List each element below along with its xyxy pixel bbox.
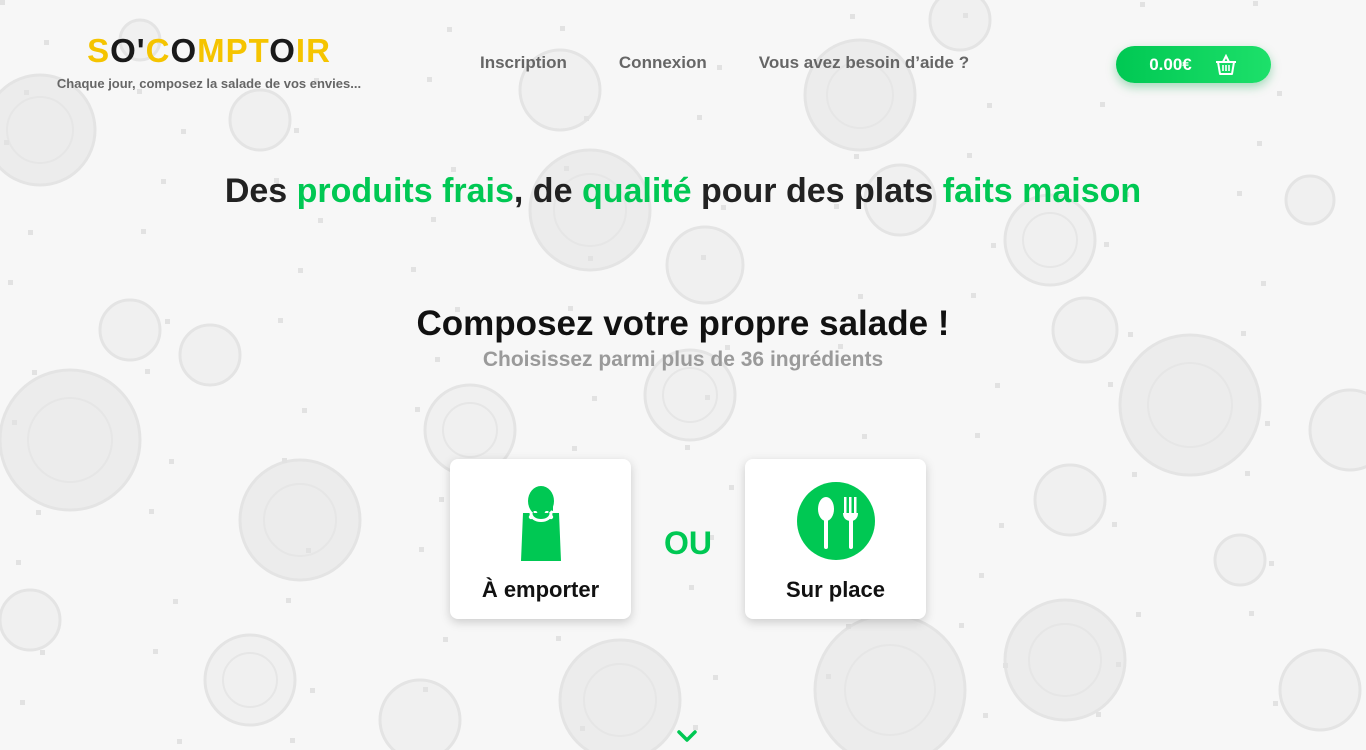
logo-letter: ' [136,32,146,69]
cart-button[interactable]: 0.00€ [1116,46,1271,83]
logo-letter: R [306,32,331,69]
logo-wordmark: SO'COMPTOIR [54,32,364,70]
options-separator: OU [664,525,712,561]
cart-amount: 0.00€ [1149,54,1192,74]
logo-letter: M [197,32,226,69]
hero-headline: Des produits frais, de qualité pour des … [0,172,1366,211]
logo-tagline: Chaque jour, composez la salade de vos e… [56,76,362,91]
nav-connexion[interactable]: Connexion [619,53,707,73]
headline-highlight: faits maison [942,172,1142,210]
nav-inscription[interactable]: Inscription [480,53,567,73]
logo-letter: C [145,32,171,69]
brand-logo[interactable]: SO'COMPTOIR Chaque jour, composez la sal… [54,32,364,91]
logo-letter: I [295,32,307,69]
headline-text: Des [224,172,297,210]
logo-letter: S [87,32,111,69]
headline-text: , de [513,172,582,210]
onsite-label: Sur place [785,577,886,602]
onsite-option-card[interactable]: Sur place [745,459,926,619]
main-nav: Inscription Connexion Vous avez besoin d’a… [480,53,969,73]
logo-letter: O [110,32,137,69]
spoon-fork-icon [796,482,875,560]
logo-letter: O [269,32,296,69]
nav-aide[interactable]: Vous avez besoin d’aide ? [759,53,969,73]
headline-highlight: qualité [581,172,692,210]
shopping-bag-icon [520,486,561,561]
chevron-down-icon[interactable] [676,728,698,744]
compose-subtitle: Choisissez parmi plus de 36 ingrédients [482,348,884,371]
takeaway-label: À emporter [481,577,600,602]
logo-letter: T [248,32,270,69]
headline-highlight: produits frais [296,172,514,210]
logo-letter: O [170,32,198,69]
headline-text: pour des plats [691,172,943,210]
compose-title: Composez votre propre salade ! [416,304,950,343]
takeaway-option-card[interactable]: À emporter [450,459,631,619]
logo-letter: P [225,32,249,69]
basket-icon [1215,53,1236,75]
